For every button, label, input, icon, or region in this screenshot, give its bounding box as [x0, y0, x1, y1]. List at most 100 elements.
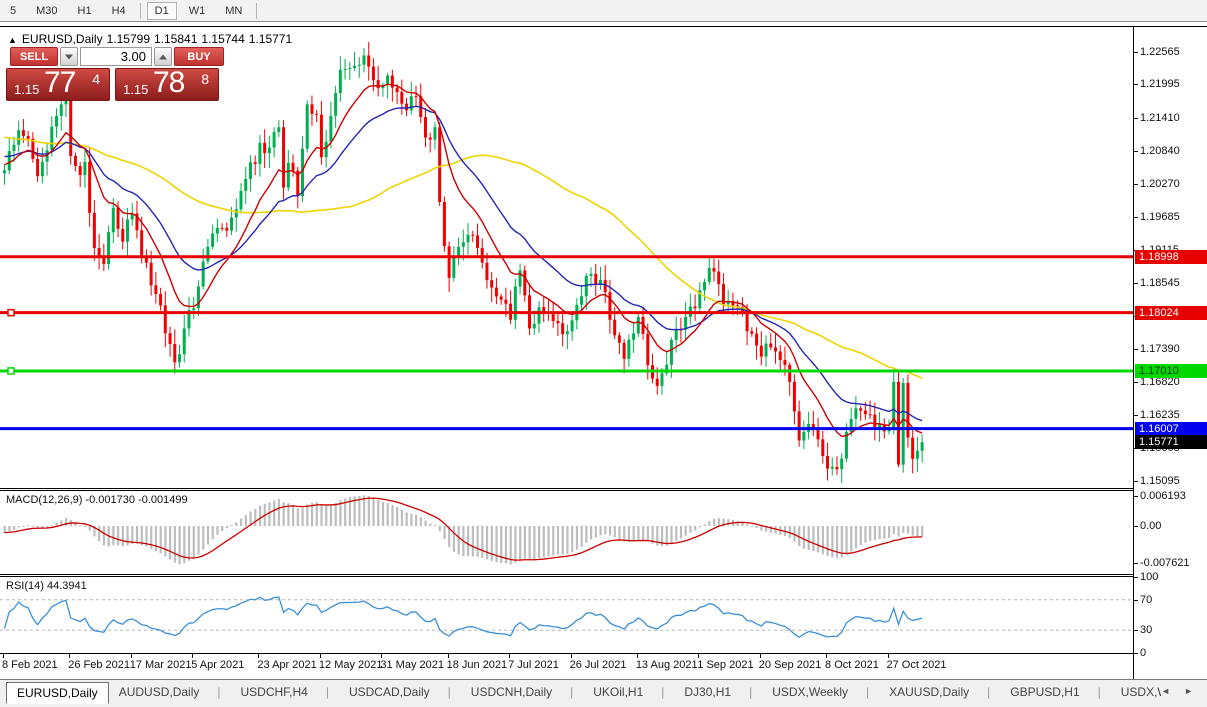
- rsi-panel-canvas[interactable]: [0, 577, 1133, 653]
- price-axis: 1.225651.219951.214101.208401.202701.196…: [1133, 27, 1207, 679]
- price-axis-label: 1.20840: [1140, 145, 1180, 157]
- time-axis-tick: [192, 654, 193, 658]
- tab-usdcnh-daily[interactable]: USDCNH,Daily: [461, 682, 583, 702]
- sell-price-display[interactable]: 1.15 77 4: [6, 68, 110, 101]
- tab-xauusd-daily[interactable]: XAUUSD,Daily: [879, 682, 1000, 702]
- tab-eurusd-daily[interactable]: EURUSD,Daily: [6, 682, 109, 704]
- timeframe-button-h1[interactable]: H1: [70, 2, 100, 20]
- price-axis-tick: [1134, 382, 1138, 383]
- price-axis-tick: [1134, 415, 1138, 416]
- time-axis-tick: [258, 654, 259, 658]
- current-price-badge: 1.15771: [1135, 435, 1207, 449]
- panel-divider[interactable]: [0, 574, 1207, 575]
- time-axis-label: 26 Feb 2021: [68, 659, 130, 671]
- panel-divider[interactable]: [0, 488, 1207, 489]
- tab-gbpusd-h1[interactable]: GBPUSD,H1: [1000, 682, 1110, 702]
- panel-divider[interactable]: [0, 490, 1207, 491]
- buy-price-small: 1.15: [123, 82, 148, 97]
- price-axis-label: 1.16235: [1140, 409, 1180, 421]
- sell-button[interactable]: SELL: [10, 47, 58, 66]
- toolbar-separator: [140, 3, 141, 19]
- rsi-axis-tick: [1134, 653, 1138, 654]
- macd-axis-tick: [1134, 496, 1138, 497]
- tab-usdcad-daily[interactable]: USDCAD,Daily: [339, 682, 461, 702]
- time-axis-tick: [571, 654, 572, 658]
- chart-symbol-label: EURUSD,Daily: [22, 32, 103, 46]
- tab-ukoil-h1[interactable]: UKOil,H1: [583, 682, 674, 702]
- time-axis-label: 8 Oct 2021: [825, 659, 879, 671]
- timeframe-button-mn[interactable]: MN: [217, 2, 250, 20]
- time-axis-label: 12 May 2021: [319, 659, 383, 671]
- tab-usdx-weekly[interactable]: USDX,Weekly: [1111, 682, 1161, 702]
- tab-usdx-weekly[interactable]: USDX,Weekly: [762, 682, 879, 702]
- rsi-axis-tick: [1134, 577, 1138, 578]
- ohlc-open: 1.15799: [107, 32, 150, 46]
- tab-scroll-right-button[interactable]: ►: [1184, 686, 1193, 696]
- time-axis-tick: [320, 654, 321, 658]
- price-axis-tick: [1134, 118, 1138, 119]
- timeframe-button-h4[interactable]: H4: [104, 2, 134, 20]
- one-click-trading-panel: SELL BUY 1.15 77 4 1.15 78 8: [6, 47, 224, 101]
- rsi-axis-label: 70: [1140, 594, 1152, 606]
- tab-audusd-daily[interactable]: AUDUSD,Daily: [109, 682, 231, 702]
- time-axis-tick: [698, 654, 699, 658]
- buy-price-display[interactable]: 1.15 78 8: [115, 68, 219, 101]
- timeframe-button-m30[interactable]: M30: [28, 2, 65, 20]
- level-price-badge: 1.18998: [1135, 250, 1207, 264]
- time-axis-tick: [448, 654, 449, 658]
- timeframe-toolbar: 5M30 H1H4 D1W1MN: [0, 0, 1207, 22]
- collapse-icon[interactable]: ▲: [8, 35, 17, 45]
- price-axis-tick: [1134, 52, 1138, 53]
- tab-dj30-h1[interactable]: DJ30,H1: [674, 682, 762, 702]
- chevron-down-icon: [65, 54, 73, 59]
- rsi-label: RSI(14) 44.3941: [6, 580, 87, 592]
- toolbar-separator: [256, 3, 257, 19]
- rsi-axis-tick: [1134, 600, 1138, 601]
- rsi-axis-label: 0: [1140, 647, 1146, 659]
- panel-divider[interactable]: [0, 576, 1207, 577]
- volume-decrease-button[interactable]: [60, 47, 78, 66]
- chart-ohlc-header: ▲EURUSD,Daily1.157991.158411.157441.1577…: [8, 32, 296, 46]
- time-axis-tick: [381, 654, 382, 658]
- time-axis-label: 26 Jul 2021: [570, 659, 627, 671]
- ohlc-low: 1.15744: [201, 32, 244, 46]
- tab-usdchf-h4[interactable]: USDCHF,H4: [231, 682, 339, 702]
- time-axis: 8 Feb 202126 Feb 202117 Mar 20215 Apr 20…: [0, 654, 1133, 679]
- chart-window: ▲EURUSD,Daily1.157991.158411.157441.1577…: [0, 26, 1207, 678]
- sell-price-small: 1.15: [14, 82, 39, 97]
- time-axis-label: 31 May 2021: [380, 659, 444, 671]
- timeframe-button-w1[interactable]: W1: [181, 2, 214, 20]
- volume-input[interactable]: [80, 47, 152, 66]
- time-axis-tick: [888, 654, 889, 658]
- price-axis-tick: [1134, 217, 1138, 218]
- time-axis-label: 20 Sep 2021: [759, 659, 821, 671]
- timeframe-button-5[interactable]: 5: [2, 2, 24, 20]
- time-axis-tick: [3, 654, 4, 658]
- price-axis-label: 1.19685: [1140, 211, 1180, 223]
- buy-button[interactable]: BUY: [174, 47, 224, 66]
- volume-increase-button[interactable]: [154, 47, 172, 66]
- timeframe-button-d1[interactable]: D1: [147, 2, 177, 20]
- price-axis-tick: [1134, 151, 1138, 152]
- chevron-up-icon: [159, 54, 167, 59]
- price-axis-tick: [1134, 184, 1138, 185]
- price-axis-tick: [1134, 349, 1138, 350]
- price-axis-label: 1.15095: [1140, 475, 1180, 487]
- price-axis-label: 1.21410: [1140, 112, 1180, 124]
- macd-axis-label: 0.006193: [1140, 490, 1186, 502]
- macd-axis-label: 0.00: [1140, 520, 1161, 532]
- level-price-badge: 1.17010: [1135, 364, 1207, 378]
- sell-price-sup: 4: [92, 71, 100, 87]
- tab-scroll-left-button[interactable]: ◄: [1161, 686, 1170, 696]
- time-axis-label: 17 Mar 2021: [130, 659, 192, 671]
- time-axis-tick: [826, 654, 827, 658]
- chart-tab-bar: EURUSD,DailyAUDUSD,DailyUSDCHF,H4USDCAD,…: [0, 679, 1207, 707]
- time-axis-label: 7 Jul 2021: [508, 659, 559, 671]
- time-axis-tick: [637, 654, 638, 658]
- time-axis-label: 1 Sep 2021: [697, 659, 753, 671]
- time-axis-label: 13 Aug 2021: [636, 659, 698, 671]
- rsi-axis-label: 100: [1140, 571, 1158, 583]
- level-price-badge: 1.16007: [1135, 422, 1207, 436]
- level-price-badge: 1.18024: [1135, 306, 1207, 320]
- time-axis-label: 8 Feb 2021: [2, 659, 58, 671]
